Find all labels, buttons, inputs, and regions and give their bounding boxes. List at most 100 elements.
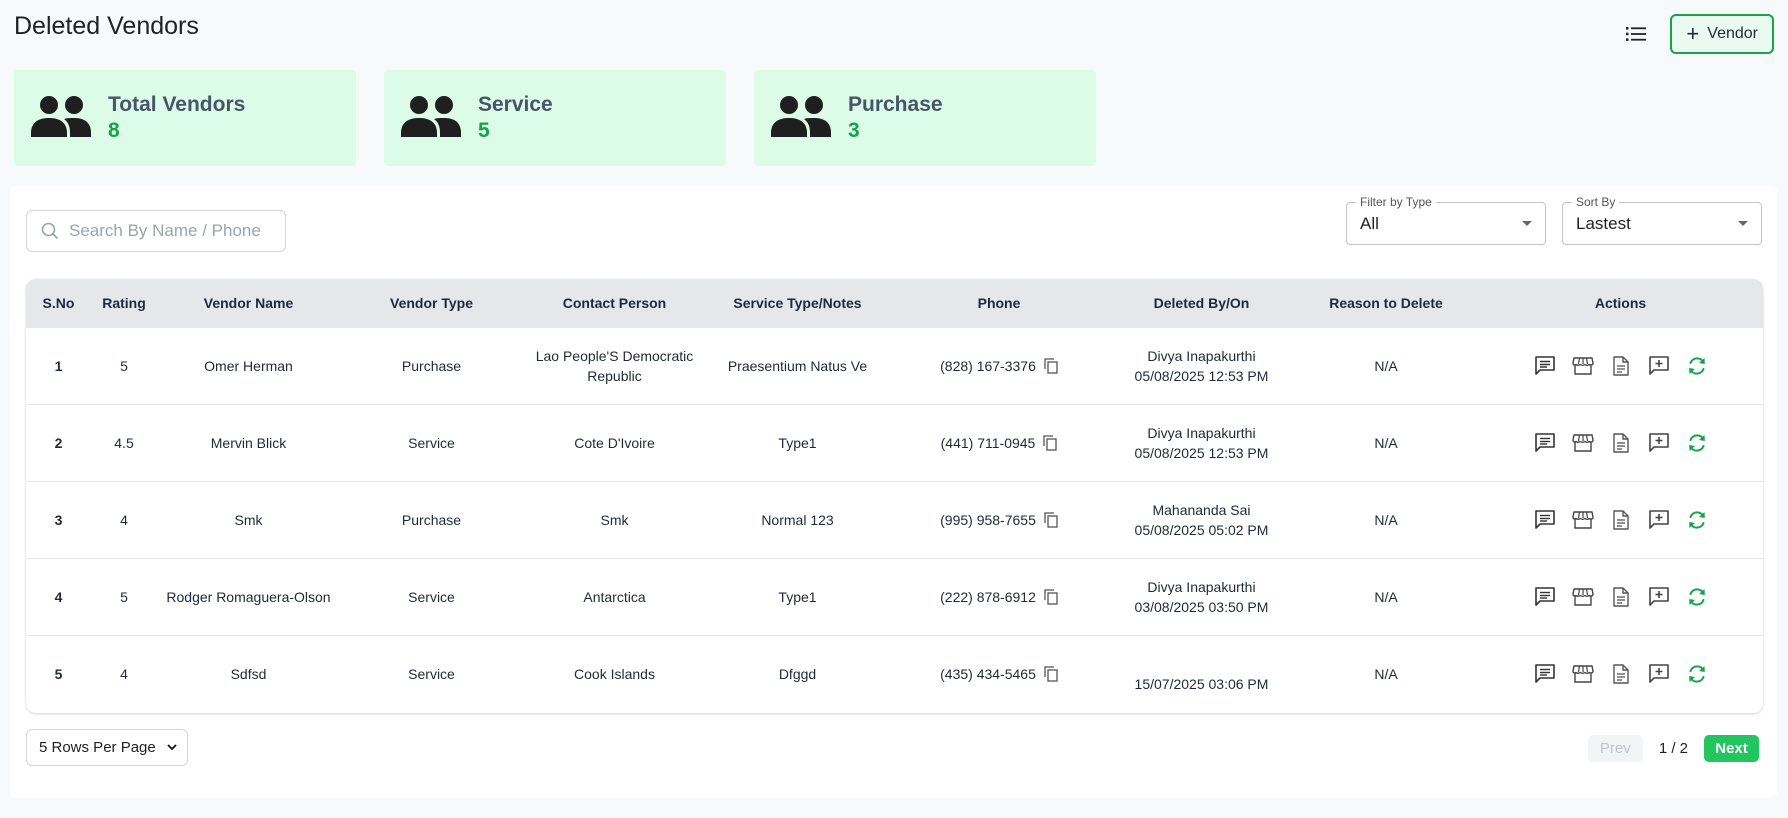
- cell-vendor-type: Purchase: [401, 357, 462, 374]
- column-header[interactable]: Contact Person: [523, 279, 706, 327]
- page-indicator: 1 / 2: [1658, 740, 1688, 757]
- stats-row: Total Vendors 8 Service 5 Purchase 3: [14, 70, 1096, 166]
- restore-icon[interactable]: [1686, 663, 1708, 685]
- cell-deleted-by-on: Divya Inapakurthi 03/08/2025 03:50 PM: [1109, 558, 1294, 635]
- column-header[interactable]: Service Type/Notes: [706, 279, 889, 327]
- cell-sno: 5: [54, 665, 63, 682]
- add-vendor-button[interactable]: + Vendor: [1670, 14, 1774, 54]
- table-row: 4 5 Rodger Romaguera-Olson Service Antar…: [26, 558, 1763, 635]
- next-page-button[interactable]: Next: [1704, 735, 1759, 762]
- filter-type-value: All: [1360, 213, 1379, 233]
- filter-type-select[interactable]: Filter by Type All: [1346, 195, 1546, 245]
- cell-phone: (222) 878-6912: [889, 558, 1109, 635]
- store-icon[interactable]: [1571, 586, 1594, 608]
- comment-icon[interactable]: [1534, 509, 1556, 531]
- deleted-on: 05/08/2025 12:53 PM: [1134, 444, 1269, 461]
- phone-number: (222) 878-6912: [940, 588, 1036, 605]
- cell-reason: N/A: [1374, 665, 1398, 682]
- copy-icon[interactable]: [1044, 357, 1058, 374]
- stat-card-service: Service 5: [384, 70, 726, 166]
- vendors-table: S.No Rating Vendor Name Vendor Type Cont…: [26, 279, 1763, 712]
- copy-icon[interactable]: [1044, 588, 1058, 605]
- document-icon[interactable]: [1610, 586, 1632, 608]
- sort-by-value: Lastest: [1576, 213, 1631, 233]
- store-icon[interactable]: [1571, 509, 1594, 531]
- sort-by-select[interactable]: Sort By Lastest: [1562, 195, 1762, 245]
- column-header[interactable]: Rating: [91, 279, 157, 327]
- cell-vendor-type: Service: [408, 588, 455, 605]
- rows-per-page-value: 5 Rows Per Page: [39, 739, 156, 756]
- people-icon: [31, 96, 91, 137]
- table-row: 2 4.5 Mervin Blick Service Cote D'Ivoire…: [26, 404, 1763, 481]
- plus-icon: +: [1686, 21, 1700, 46]
- cell-contact-person: Smk: [600, 511, 629, 528]
- search-input[interactable]: [69, 221, 269, 241]
- copy-icon[interactable]: [1044, 666, 1058, 682]
- phone-number: (435) 434-5465: [940, 665, 1036, 682]
- column-header[interactable]: Deleted By/On: [1109, 279, 1294, 327]
- table-row: 5 4 Sdfsd Service Cook Islands Dfggd (43…: [26, 635, 1763, 712]
- column-header[interactable]: Reason to Delete: [1294, 279, 1478, 327]
- dropdown-arrow-icon: [1522, 221, 1532, 226]
- cell-reason: N/A: [1374, 511, 1398, 528]
- cell-deleted-by-on: Mahananda Sai 05/08/2025 05:02 PM: [1109, 481, 1294, 558]
- stat-card-total-vendors: Total Vendors 8: [14, 70, 356, 166]
- cell-vendor-type: Service: [408, 434, 455, 451]
- cell-service-notes: Normal 123: [761, 511, 834, 528]
- add-comment-icon[interactable]: [1648, 586, 1670, 608]
- search-icon: [41, 222, 59, 240]
- add-comment-icon[interactable]: [1648, 355, 1670, 377]
- stat-value: 8: [108, 119, 120, 142]
- comment-icon[interactable]: [1534, 355, 1556, 377]
- cell-vendor-name: Smk: [234, 511, 263, 528]
- comment-icon[interactable]: [1534, 663, 1556, 685]
- add-vendor-label: Vendor: [1707, 25, 1758, 42]
- cell-deleted-by-on: 15/07/2025 03:06 PM: [1109, 635, 1294, 712]
- column-header[interactable]: Phone: [889, 279, 1109, 327]
- cell-service-notes: Type1: [778, 588, 817, 605]
- store-icon[interactable]: [1571, 663, 1594, 685]
- cell-deleted-by-on: Divya Inapakurthi 05/08/2025 12:53 PM: [1109, 404, 1294, 481]
- cell-vendor-type: Service: [408, 665, 455, 682]
- comment-icon[interactable]: [1534, 586, 1556, 608]
- cell-actions: [1478, 404, 1763, 481]
- column-header[interactable]: Vendor Type: [340, 279, 523, 327]
- add-comment-icon[interactable]: [1648, 432, 1670, 454]
- dropdown-arrow-icon: [1738, 221, 1748, 226]
- store-icon[interactable]: [1571, 432, 1594, 454]
- add-comment-icon[interactable]: [1648, 509, 1670, 531]
- restore-icon[interactable]: [1686, 355, 1708, 377]
- list-view-icon[interactable]: [1624, 22, 1648, 46]
- cell-sno: 1: [54, 357, 63, 374]
- comment-icon[interactable]: [1534, 432, 1556, 454]
- search-box[interactable]: [26, 210, 286, 252]
- table-row: 1 5 Omer Herman Purchase Lao People'S De…: [26, 327, 1763, 404]
- column-header[interactable]: S.No: [26, 279, 91, 327]
- column-header: Actions: [1594, 294, 1647, 311]
- document-icon[interactable]: [1610, 432, 1632, 454]
- cell-rating: 5: [120, 588, 128, 605]
- deleted-on: 05/08/2025 12:53 PM: [1134, 367, 1269, 384]
- document-icon[interactable]: [1610, 355, 1632, 377]
- column-header[interactable]: Vendor Name: [157, 279, 340, 327]
- stat-label: Purchase: [848, 93, 943, 116]
- cell-actions: [1478, 327, 1763, 404]
- restore-icon[interactable]: [1686, 432, 1708, 454]
- deleted-by: Mahananda Sai: [1152, 501, 1251, 518]
- store-icon[interactable]: [1571, 355, 1594, 377]
- document-icon[interactable]: [1610, 663, 1632, 685]
- restore-icon[interactable]: [1686, 586, 1708, 608]
- pagination: Prev 1 / 2 Next: [1587, 735, 1759, 762]
- rows-per-page-select[interactable]: 5 Rows Per Page: [26, 729, 188, 766]
- document-icon[interactable]: [1610, 509, 1632, 531]
- copy-icon[interactable]: [1043, 434, 1057, 451]
- cell-actions: [1478, 481, 1763, 558]
- deleted-on: 15/07/2025 03:06 PM: [1134, 675, 1269, 692]
- prev-page-button[interactable]: Prev: [1587, 735, 1643, 762]
- deleted-by: Divya Inapakurthi: [1147, 347, 1256, 364]
- add-comment-icon[interactable]: [1648, 663, 1670, 685]
- copy-icon[interactable]: [1044, 511, 1058, 528]
- cell-sno: 3: [54, 511, 63, 528]
- restore-icon[interactable]: [1686, 509, 1708, 531]
- people-icon: [401, 96, 461, 137]
